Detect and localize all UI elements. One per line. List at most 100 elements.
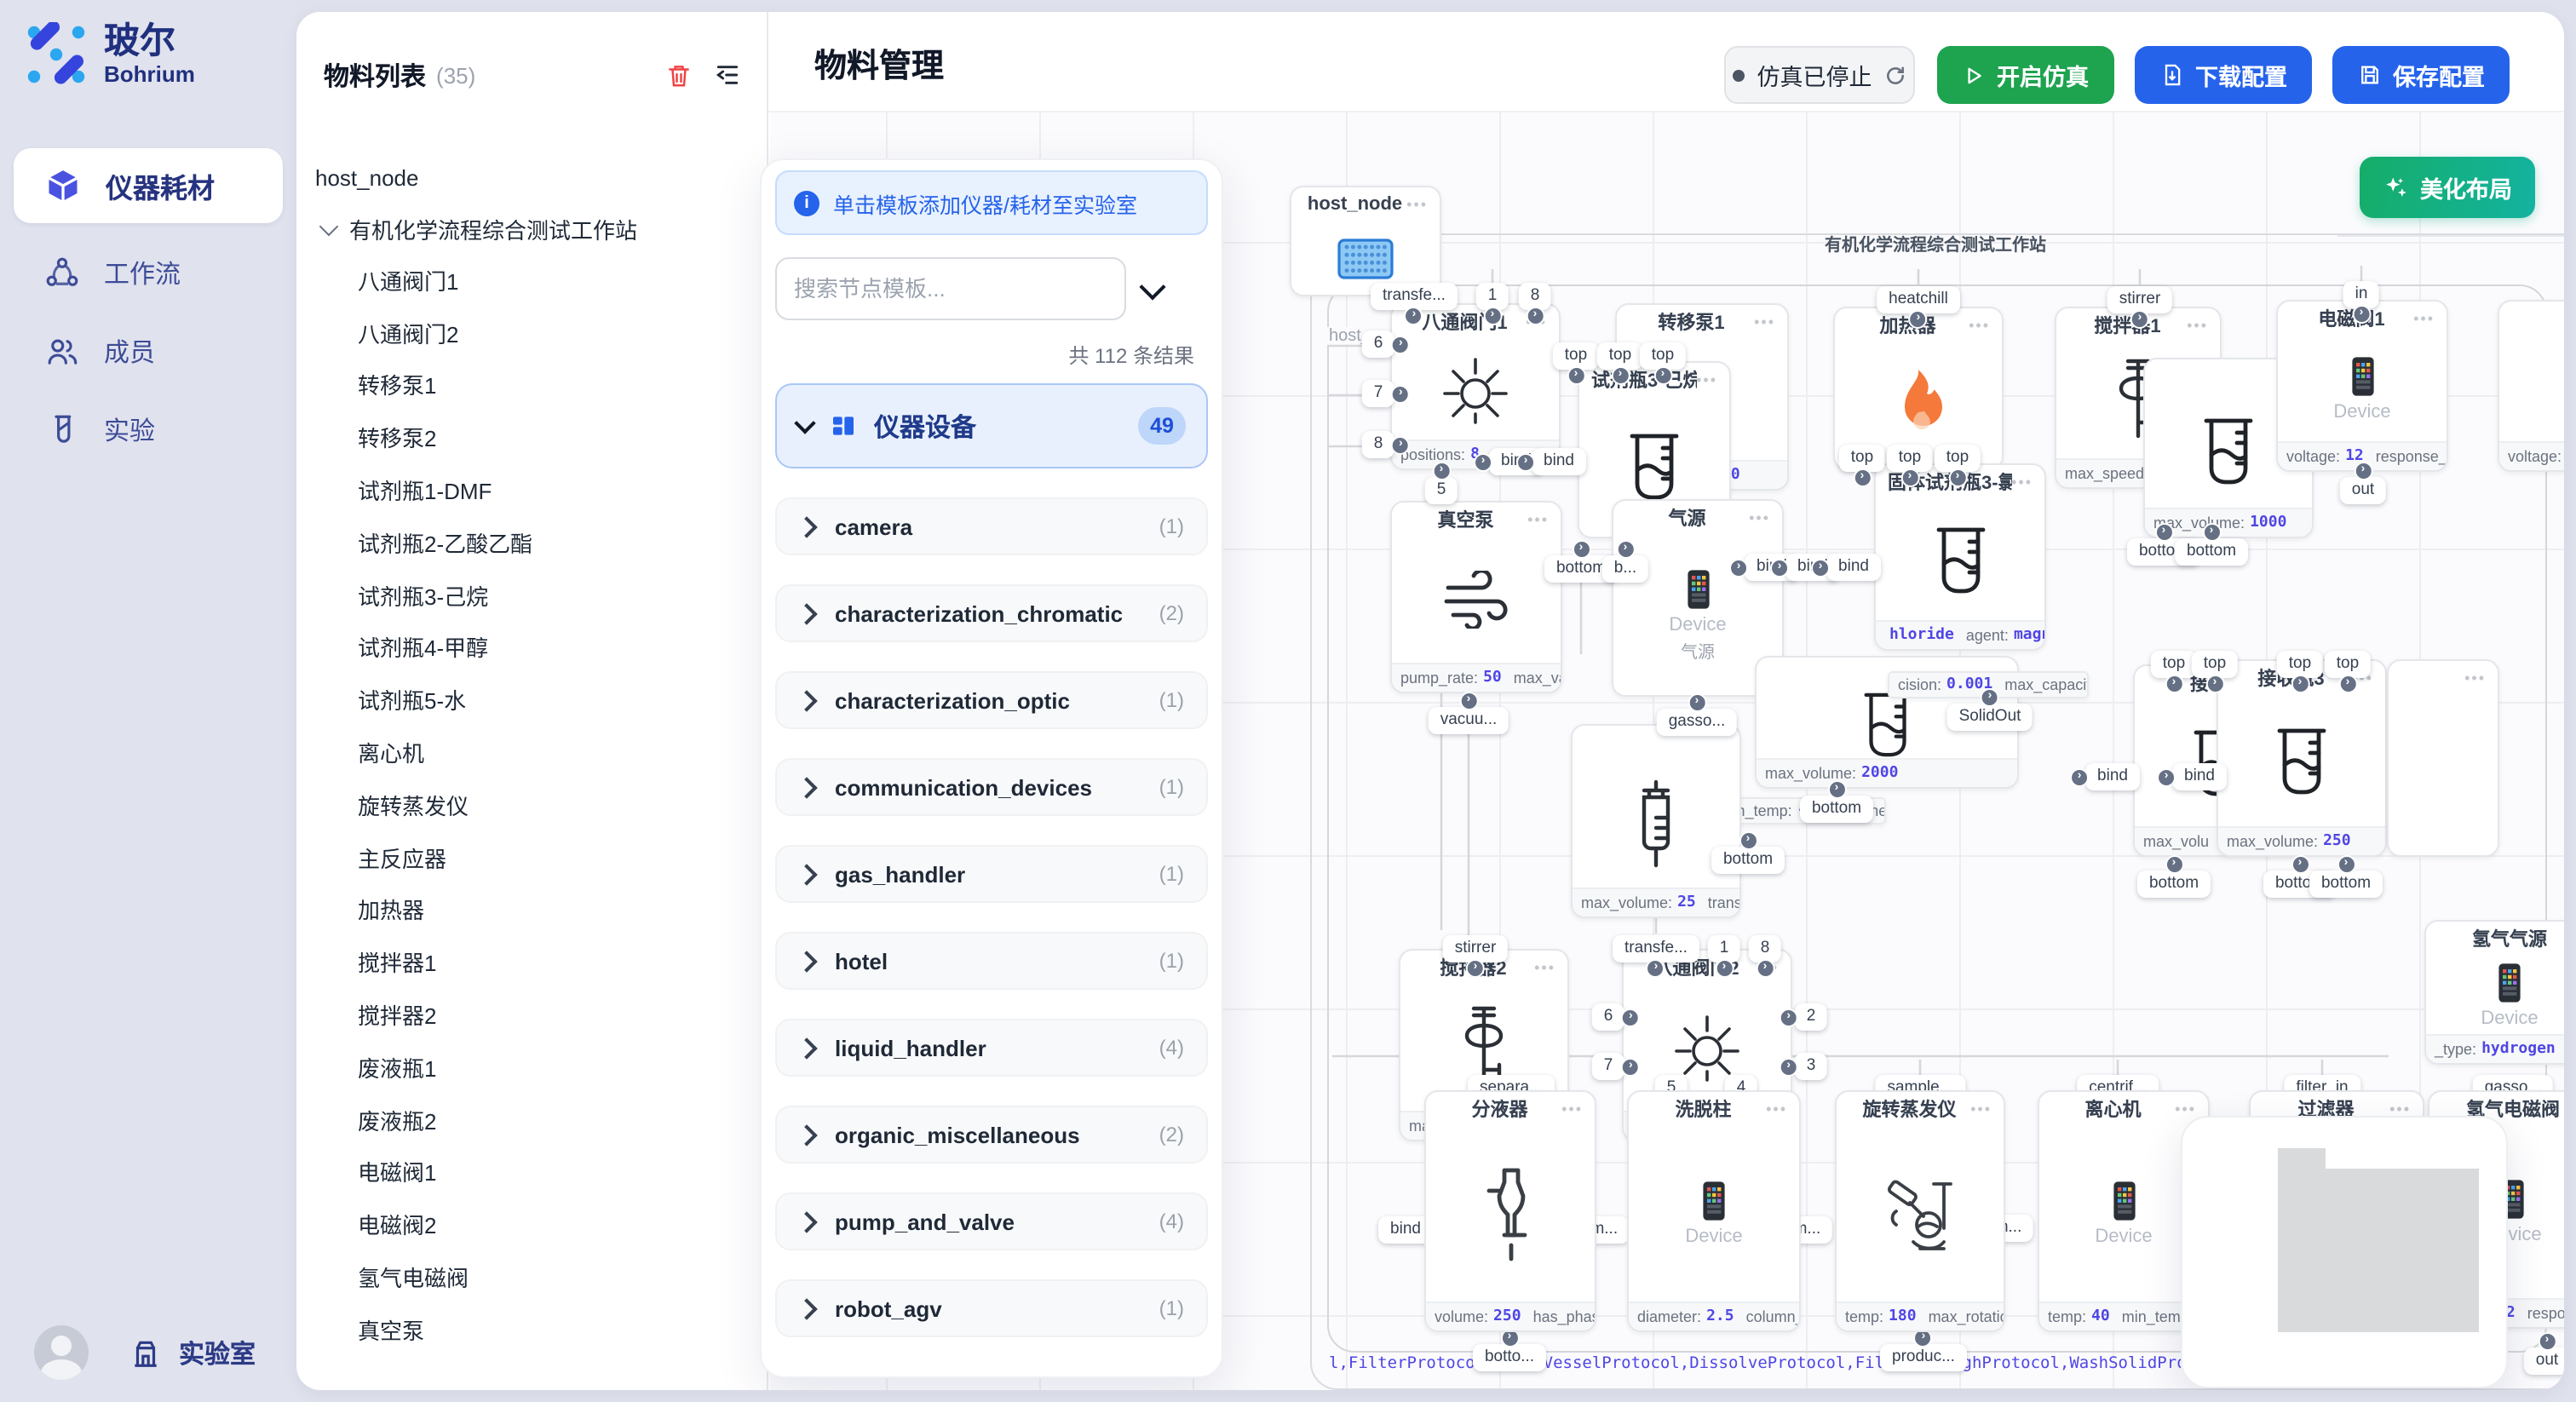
canvas-node-真空泵[interactable]: 真空泵•••pump_rate:50max_vacuum:0.1 bbox=[1390, 501, 1562, 693]
start-simulation-button[interactable]: 开启仿真 bbox=[1937, 46, 2114, 104]
port-chip-botto[interactable]: botto...› bbox=[1473, 1344, 1546, 1371]
port-chip-vacuu[interactable]: vacuu...› bbox=[1429, 707, 1509, 734]
port-chip-bind[interactable]: bind› bbox=[2085, 763, 2140, 790]
category-item-communication_devices[interactable]: communication_devices(1) bbox=[775, 758, 1208, 816]
node-menu-icon[interactable]: ••• bbox=[1766, 1100, 1787, 1118]
tree-item[interactable]: 八通阀门2 bbox=[296, 307, 768, 359]
node-menu-icon[interactable]: ••• bbox=[1696, 371, 1717, 388]
simulation-status-pill[interactable]: 仿真已停止 bbox=[1724, 46, 1915, 104]
tree-item[interactable]: 电磁阀1 bbox=[296, 1146, 768, 1198]
port-dot-icon[interactable]: › bbox=[1981, 688, 1999, 707]
category-item-camera[interactable]: camera(1) bbox=[775, 497, 1208, 555]
instrument-group-header[interactable]: 仪器设备 49 bbox=[775, 383, 1208, 468]
port-dot-icon[interactable]: › bbox=[2291, 675, 2309, 693]
port-chip-bottom[interactable]: bottom› bbox=[2175, 538, 2248, 566]
port-chip-1[interactable]: 1› bbox=[1476, 283, 1509, 310]
port-dot-icon[interactable]: › bbox=[1853, 468, 1872, 487]
category-item-hotel[interactable]: hotel(1) bbox=[775, 932, 1208, 990]
port-dot-icon[interactable]: › bbox=[1432, 462, 1451, 480]
node-menu-icon[interactable]: ••• bbox=[1754, 313, 1775, 330]
node-menu-icon[interactable]: ••• bbox=[1561, 1100, 1583, 1118]
port-chip-7[interactable]: 7› bbox=[1362, 380, 1395, 407]
category-item-characterization_optic[interactable]: characterization_optic(1) bbox=[775, 671, 1208, 729]
port-chip-bottom[interactable]: bottom› bbox=[1711, 847, 1785, 874]
port-dot-icon[interactable]: › bbox=[1715, 959, 1734, 978]
port-dot-icon[interactable]: › bbox=[1474, 452, 1492, 471]
port-chip-top[interactable]: top› bbox=[1597, 342, 1643, 370]
port-dot-icon[interactable]: › bbox=[2337, 855, 2355, 874]
port-dot-icon[interactable]: › bbox=[1516, 452, 1535, 471]
category-item-robot_agv[interactable]: robot_agv(1) bbox=[775, 1279, 1208, 1337]
port-chip-top[interactable]: top› bbox=[1839, 445, 1885, 472]
tree-root[interactable]: host_node bbox=[296, 152, 768, 203]
port-chip-6[interactable]: 6› bbox=[1362, 330, 1395, 358]
port-chip-out[interactable]: out› bbox=[2340, 477, 2386, 504]
tree-item[interactable]: 试剂瓶5-水 bbox=[296, 674, 768, 727]
tree-item[interactable]: 废液瓶1 bbox=[296, 1041, 768, 1094]
tree-item[interactable]: 主反应器 bbox=[296, 831, 768, 884]
chevron-down-icon[interactable] bbox=[319, 216, 339, 236]
tree-item[interactable]: 八通阀门1 bbox=[296, 254, 768, 307]
port-chip-top[interactable]: top› bbox=[2192, 651, 2238, 678]
lab-label[interactable]: 实验室 bbox=[179, 1335, 256, 1370]
port-dot-icon[interactable]: › bbox=[1572, 540, 1590, 559]
port-chip-bind[interactable]: bind› bbox=[1532, 448, 1586, 475]
port-dot-icon[interactable]: › bbox=[1729, 558, 1748, 577]
port-chip-top[interactable]: top› bbox=[2277, 651, 2323, 678]
port-dot-icon[interactable]: › bbox=[1611, 366, 1630, 385]
port-dot-icon[interactable]: › bbox=[2154, 523, 2173, 542]
port-dot-icon[interactable]: › bbox=[1567, 366, 1585, 385]
sidebar-item-experiments[interactable]: 实验 bbox=[14, 392, 283, 467]
port-chip-bind[interactable]: bind› bbox=[1826, 554, 1881, 581]
refresh-icon[interactable] bbox=[1884, 64, 1906, 86]
port-chip-bind[interactable]: bind› bbox=[2172, 763, 2227, 790]
port-dot-icon[interactable]: › bbox=[1653, 366, 1672, 385]
canvas-node[interactable]: voltage:12 bbox=[2498, 300, 2564, 472]
port-chip-1[interactable]: 1› bbox=[1708, 935, 1741, 962]
node-menu-icon[interactable]: ••• bbox=[1534, 959, 1555, 976]
canvas-node-八通阀门1[interactable]: 八通阀门1•••positions:8 bbox=[1390, 303, 1561, 470]
tree-item[interactable]: 试剂瓶1-DMF bbox=[296, 463, 768, 516]
port-dot-icon[interactable]: › bbox=[2165, 675, 2183, 693]
sidebar-item-members[interactable]: 成员 bbox=[14, 313, 283, 388]
port-chip-2[interactable]: 2› bbox=[1795, 1003, 1828, 1031]
port-chip-3[interactable]: 3› bbox=[1795, 1053, 1828, 1080]
chevron-down-icon[interactable] bbox=[1139, 273, 1165, 299]
category-item-characterization_chromatic[interactable]: characterization_chromatic(2) bbox=[775, 584, 1208, 642]
port-dot-icon[interactable]: › bbox=[1900, 468, 1919, 487]
port-chip-top[interactable]: top› bbox=[2151, 651, 2197, 678]
port-chip-top[interactable]: top› bbox=[1935, 445, 1981, 472]
canvas-node-氢气气源[interactable]: 氢气气源Device_type:hydrogenmax_pre bbox=[2424, 920, 2564, 1065]
tree-item[interactable]: 电磁阀2 bbox=[296, 1198, 768, 1251]
tree-item[interactable]: 试剂瓶2-乙酸乙酯 bbox=[296, 516, 768, 569]
port-dot-icon[interactable]: › bbox=[1770, 558, 1789, 577]
canvas-node-分液器[interactable]: 分液器•••volume:250has_phases:true bbox=[1424, 1090, 1596, 1332]
node-menu-icon[interactable]: ••• bbox=[2011, 474, 2033, 491]
port-dot-icon[interactable]: › bbox=[2070, 767, 2089, 786]
port-dot-icon[interactable]: › bbox=[2202, 523, 2221, 542]
port-dot-icon[interactable]: › bbox=[1780, 1057, 1798, 1076]
port-chip-8[interactable]: 8› bbox=[1749, 935, 1782, 962]
tree-item[interactable]: 加热器 bbox=[296, 883, 768, 936]
node-menu-icon[interactable]: ••• bbox=[2175, 1100, 2196, 1118]
tree-item[interactable]: 转移泵2 bbox=[296, 411, 768, 464]
port-dot-icon[interactable]: › bbox=[1526, 307, 1544, 325]
port-dot-icon[interactable]: › bbox=[1909, 310, 1928, 329]
port-dot-icon[interactable]: › bbox=[1616, 540, 1635, 559]
port-dot-icon[interactable]: › bbox=[2538, 1332, 2556, 1351]
minimap[interactable] bbox=[2181, 1116, 2508, 1388]
beautify-layout-button[interactable]: 美化布局 bbox=[2360, 157, 2535, 218]
port-chip-top[interactable]: top› bbox=[2325, 651, 2371, 678]
port-dot-icon[interactable]: › bbox=[1739, 831, 1757, 850]
port-chip-in[interactable]: in› bbox=[2343, 281, 2380, 308]
category-item-pump_and_valve[interactable]: pump_and_valve(4) bbox=[775, 1192, 1208, 1250]
canvas-node[interactable]: ••• bbox=[2387, 659, 2499, 857]
trash-icon[interactable] bbox=[666, 62, 692, 88]
node-menu-icon[interactable]: ••• bbox=[1527, 511, 1549, 528]
node-menu-icon[interactable]: ••• bbox=[1749, 509, 1770, 526]
port-chip-top[interactable]: top› bbox=[1887, 445, 1933, 472]
tree-item[interactable]: 废液瓶2 bbox=[296, 1094, 768, 1146]
port-dot-icon[interactable]: › bbox=[1688, 693, 1706, 712]
port-chip-bottom[interactable]: bottom› bbox=[2309, 871, 2383, 898]
port-dot-icon[interactable]: › bbox=[2338, 675, 2357, 693]
